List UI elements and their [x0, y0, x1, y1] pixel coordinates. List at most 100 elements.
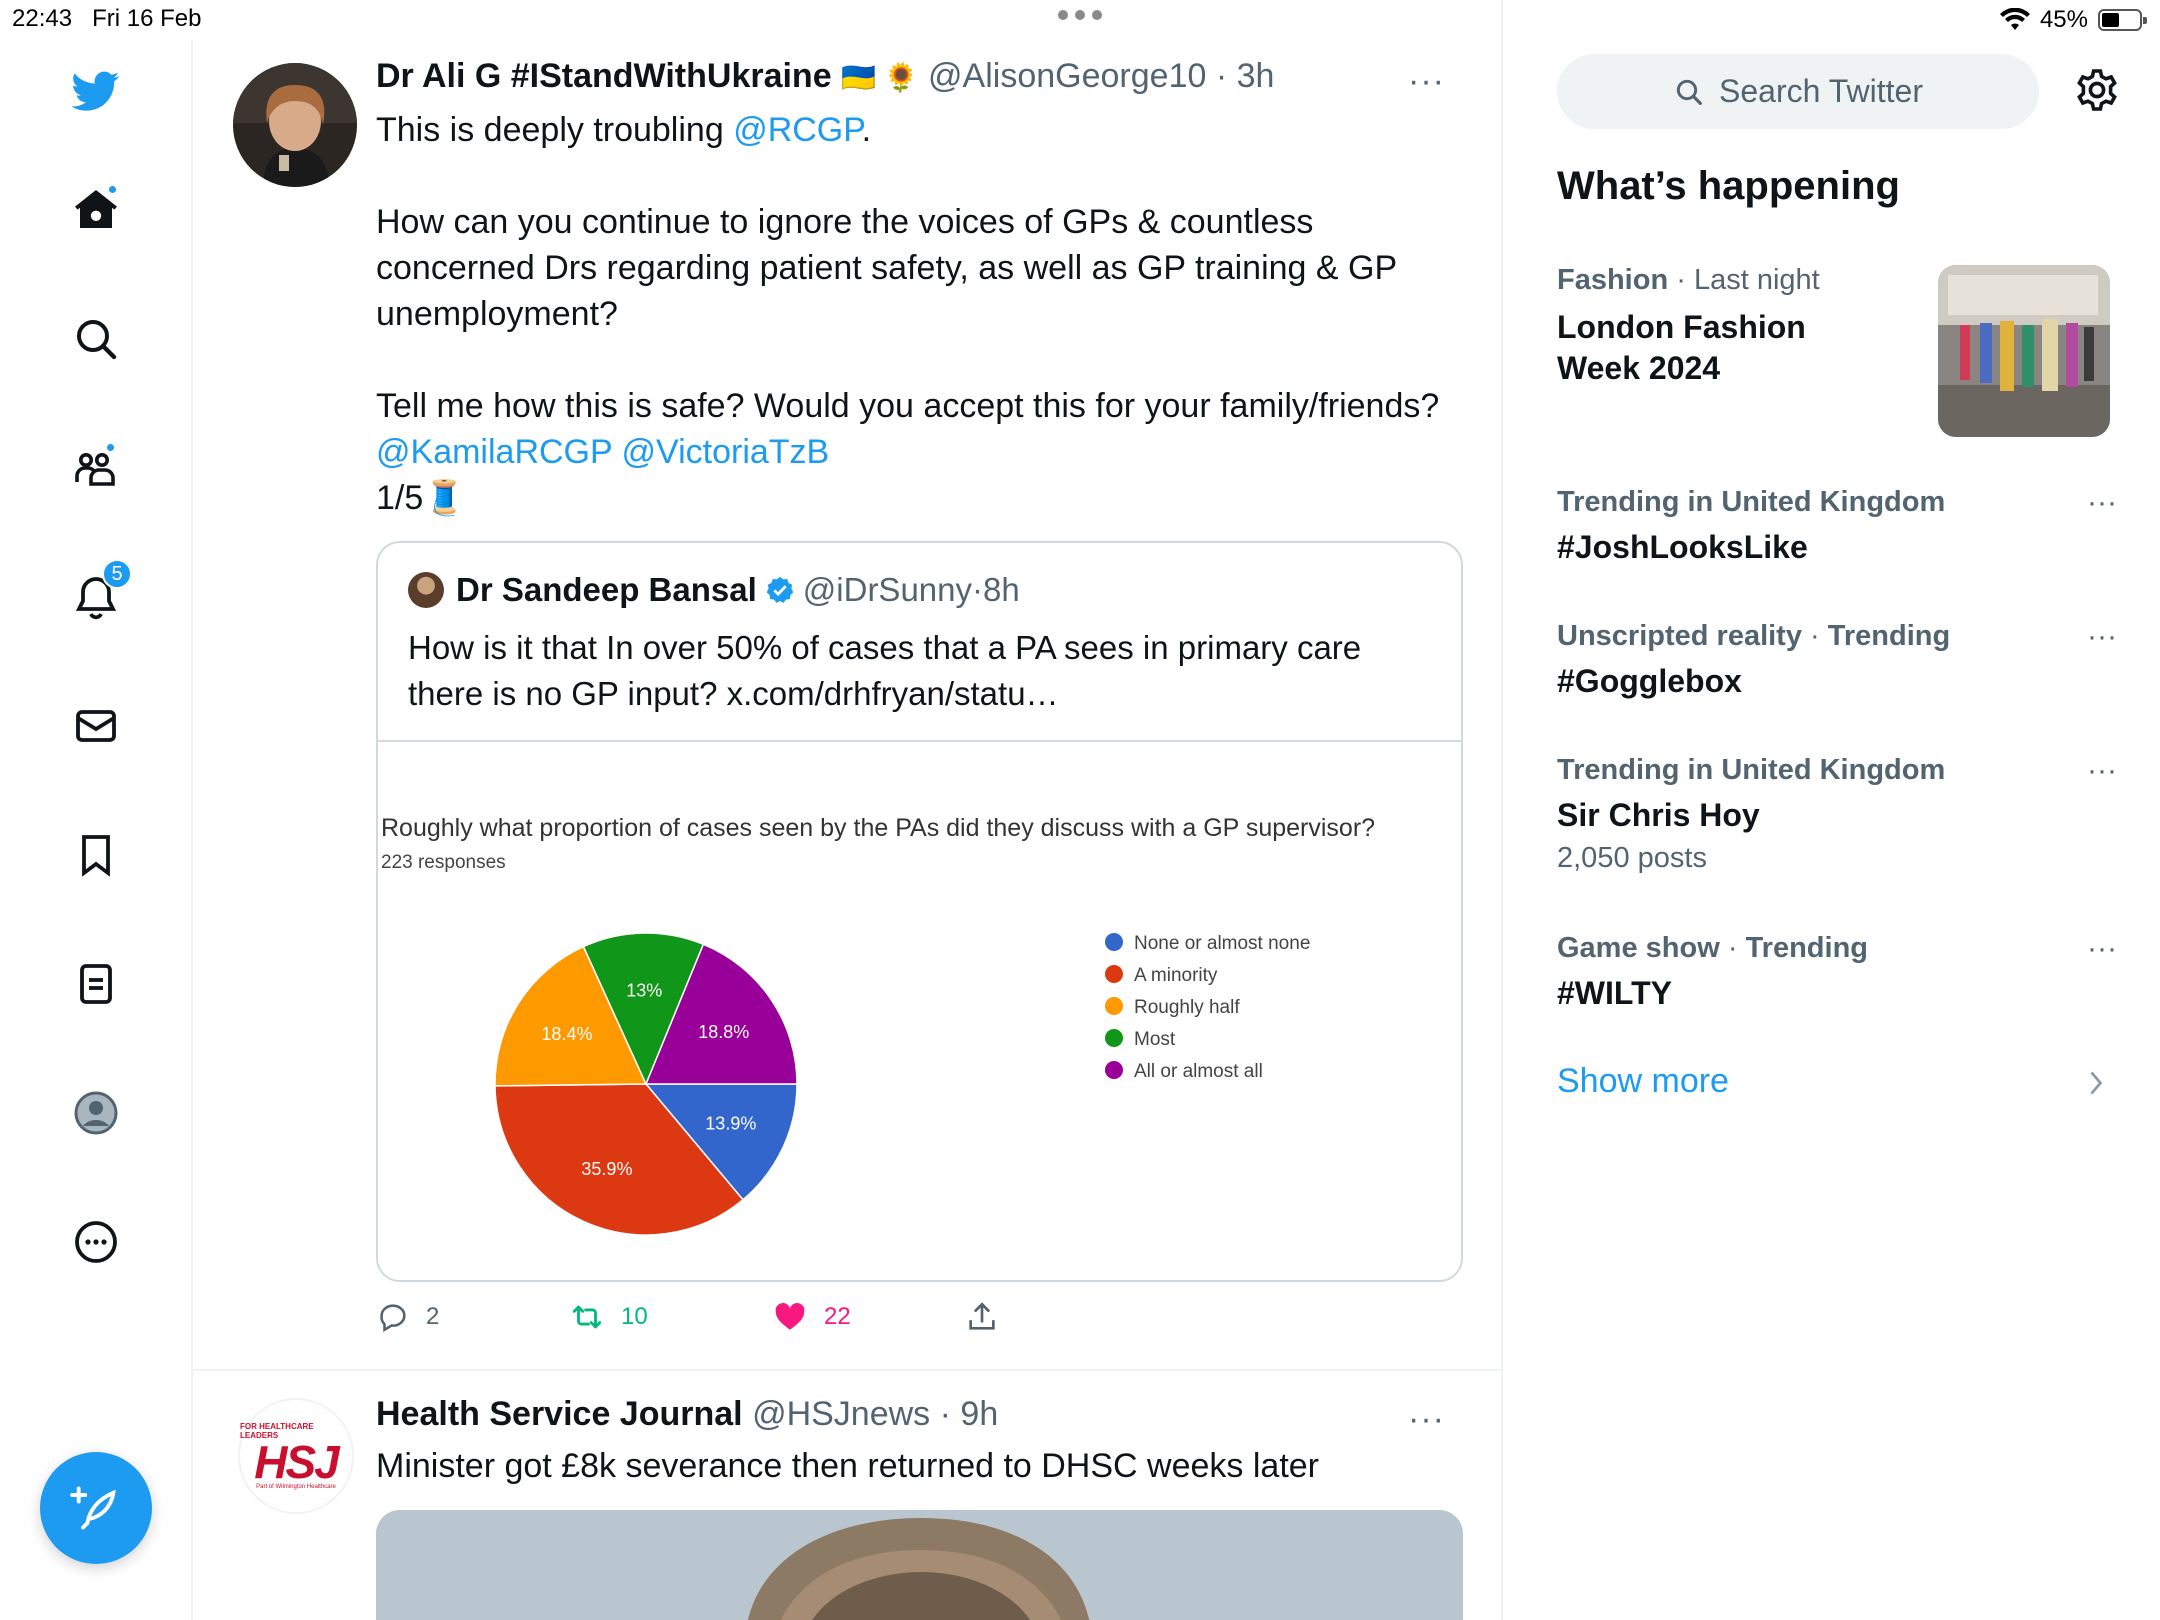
pie-slice-label: 18.4% — [541, 1024, 592, 1044]
tweet-header: Dr Ali G #IStandWithUkraine 🇺🇦 🌻 @Alison… — [376, 57, 1275, 95]
mention-kamilarcgp[interactable]: @KamilaRCGP — [376, 433, 612, 471]
notifications-bell-icon[interactable]: 5 — [68, 559, 132, 625]
quoted-tweet-header: Dr Sandeep Bansal @iDrSunny · 8h — [408, 571, 1020, 609]
trend-item[interactable]: Unscripted reality · Trending #Gogglebox… — [1557, 620, 2117, 702]
trend-topic: London Fashion Week 2024 — [1557, 309, 1806, 386]
search-input[interactable]: Search Twitter — [1557, 54, 2039, 129]
trend-more-options-icon[interactable]: ··· — [2087, 754, 2117, 788]
trend-more-options-icon[interactable]: ··· — [2087, 932, 2117, 966]
mention-rcgp[interactable]: @RCGP — [733, 111, 861, 149]
like-count: 22 — [824, 1303, 851, 1330]
trend-meta: Last night — [1693, 264, 1820, 296]
pie-chart: 13.9% 35.9% 18.4% 13% 18.8% None or almost no… — [494, 932, 1310, 1236]
legend-swatch — [1105, 997, 1123, 1015]
pie-slice-label: 18.8% — [698, 1022, 749, 1042]
communities-icon[interactable] — [68, 440, 124, 496]
legend-label: A minority — [1134, 965, 1218, 986]
thread-indicator: 1/5🧵 — [376, 479, 466, 517]
tweet-text: Minister got £8k severance then returned… — [376, 1447, 1320, 1485]
trend-more-options-icon[interactable]: ··· — [2087, 620, 2117, 654]
author-name[interactable]: Dr Ali G #IStandWithUkraine — [376, 57, 832, 95]
whats-happening-heading: What’s happening — [1557, 164, 1900, 208]
home-unread-dot — [107, 184, 118, 195]
reply-count: 2 — [426, 1303, 440, 1330]
trend-item[interactable]: Trending in United Kingdom #JoshLooksLik… — [1557, 486, 2117, 568]
thread-emoji: 🧵 — [423, 479, 466, 517]
clock-date: Fri 16 Feb — [92, 5, 202, 32]
show-more-link[interactable]: Show more — [1557, 1062, 1729, 1101]
trend-thumbnail-image[interactable] — [1938, 265, 2110, 437]
trend-topic: #JoshLooksLike — [1557, 529, 1808, 565]
search-icon[interactable] — [68, 311, 124, 367]
trend-category: Game show — [1557, 932, 1720, 964]
trend-item[interactable]: Game show · Trending #WILTY ··· — [1557, 932, 2117, 1014]
quoted-author-avatar — [408, 572, 444, 608]
tweet-time[interactable]: 9h — [960, 1395, 998, 1433]
pie-slice-label: 13.9% — [705, 1114, 756, 1134]
bookmark-icon[interactable] — [68, 827, 124, 883]
tweet-paragraph-2: How can you continue to ignore the voice… — [376, 203, 1397, 333]
trend-topic: #WILTY — [1557, 975, 1672, 1011]
tweet-more-options-icon[interactable]: ··· — [1408, 62, 1445, 101]
search-icon — [1676, 79, 1702, 105]
verified-badge-icon — [766, 576, 794, 603]
timeline: Dr Ali G #IStandWithUkraine 🇺🇦 🌻 @Alison… — [193, 0, 1503, 1620]
notifications-count-badge: 5 — [102, 559, 132, 589]
tweet-actions: 2 10 22 — [376, 1300, 1076, 1342]
tweet-mentions: @KamilaRCGP @VictoriaTzB — [376, 429, 1466, 475]
settings-gear-icon[interactable] — [2073, 66, 2121, 114]
legend-label: Roughly half — [1134, 997, 1240, 1018]
retweet-button[interactable]: 10 — [569, 1300, 648, 1334]
clock-time: 22:43 — [12, 5, 73, 32]
tweet-more-options-icon[interactable]: ··· — [1408, 1400, 1445, 1439]
quoted-tweet-text: How is it that In over 50% of cases that… — [408, 629, 1362, 712]
author-handle[interactable]: @HSJnews — [752, 1395, 930, 1433]
reply-icon — [380, 1304, 406, 1333]
lists-icon[interactable] — [68, 956, 124, 1012]
trend-category: Trending in United Kingdom — [1557, 486, 1946, 518]
quoted-tweet-chart-image[interactable]: Roughly what proportion of cases seen by… — [378, 740, 1461, 1280]
reply-button[interactable]: 2 — [376, 1300, 439, 1334]
author-name[interactable]: Health Service Journal — [376, 1395, 743, 1433]
share-upload-icon — [969, 1302, 995, 1330]
sidebar-nav: 5 — [0, 40, 193, 1620]
author-handle[interactable]: @AlisonGeorge10 — [928, 57, 1206, 95]
right-sidebar: Search Twitter What’s happening Fashion … — [1505, 0, 2160, 1620]
retweet-icon — [572, 1305, 602, 1329]
heart-filled-icon — [775, 1302, 805, 1330]
trend-topic: Sir Chris Hoy — [1557, 797, 1760, 833]
tweet-photo[interactable] — [376, 1510, 1463, 1620]
communities-unread-dot — [105, 442, 116, 453]
twitter-bird-logo-icon[interactable] — [68, 63, 124, 119]
messages-envelope-icon[interactable] — [68, 698, 124, 754]
trend-topic: #Gogglebox — [1557, 663, 1742, 699]
quoted-tweet-time: 8h — [983, 571, 1020, 608]
more-circle-icon[interactable] — [68, 1214, 124, 1270]
pie-slice-label: 13% — [626, 980, 662, 1000]
mention-victoriatzb[interactable]: @VictoriaTzB — [622, 433, 830, 471]
tweet-paragraph-3: Tell me how this is safe? Would you acce… — [376, 387, 1440, 425]
tweet-time[interactable]: 3h — [1237, 57, 1275, 95]
trend-item[interactable]: Trending in United Kingdom Sir Chris Hoy… — [1557, 754, 2117, 875]
trend-category: Unscripted reality — [1557, 620, 1802, 652]
retweet-count: 10 — [621, 1303, 648, 1330]
quoted-tweet[interactable]: Dr Sandeep Bansal @iDrSunny · 8h How is … — [376, 541, 1463, 1282]
search-placeholder: Search Twitter — [1719, 73, 1923, 109]
trend-meta: Trending — [1827, 620, 1951, 652]
legend-swatch — [1105, 1029, 1123, 1047]
legend-swatch — [1105, 933, 1123, 951]
legend-label: Most — [1134, 1029, 1176, 1050]
trend-more-options-icon[interactable]: ··· — [2087, 486, 2117, 520]
home-icon[interactable] — [68, 182, 124, 238]
tweet-divider — [193, 1369, 1503, 1371]
hsj-avatar-logo[interactable]: FOR HEALTHCARE LEADERS HSJ Part of Wilmi… — [238, 1398, 354, 1514]
avatar[interactable] — [233, 63, 357, 187]
legend-label: All or almost all — [1134, 1061, 1263, 1082]
status-time: 22:43 Fri 16 Feb — [12, 5, 201, 33]
share-button[interactable] — [965, 1300, 999, 1334]
legend-swatch — [1105, 965, 1123, 983]
profile-avatar-icon[interactable] — [68, 1085, 124, 1141]
trend-meta: Trending — [1745, 932, 1869, 964]
compose-button[interactable] — [40, 1452, 152, 1564]
like-button[interactable]: 22 — [772, 1300, 851, 1334]
